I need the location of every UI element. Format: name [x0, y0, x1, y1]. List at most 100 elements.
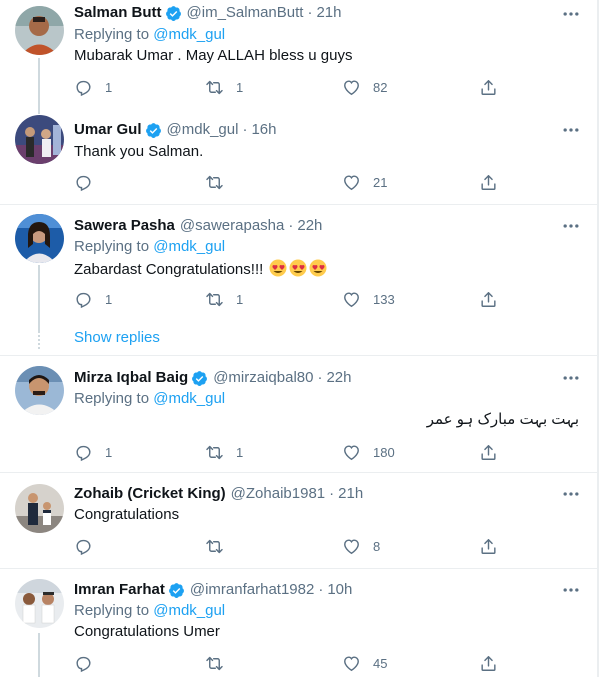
- avatar[interactable]: [15, 366, 64, 415]
- heart-icon: [344, 538, 359, 554]
- more-options-icon[interactable]: [561, 4, 581, 24]
- timestamp[interactable]: 10h: [327, 580, 352, 600]
- tweet-umar-gul[interactable]: Umar Gul @mdk_gul · 16h Thank you Salman…: [0, 104, 597, 204]
- timestamp[interactable]: 22h: [297, 216, 322, 236]
- retweet-count: 1: [236, 291, 244, 307]
- tweet-header: Sawera Pasha @sawerapasha · 22h: [74, 216, 322, 236]
- tweet-header: Umar Gul @mdk_gul · 16h: [74, 120, 276, 140]
- replying-to: Replying to @mdk_gul: [74, 25, 225, 45]
- tweet-zohaib[interactable]: Zohaib (Cricket King) @Zohaib1981 · 21h …: [0, 473, 597, 568]
- avatar[interactable]: [15, 579, 64, 628]
- separator-dot: ·: [288, 217, 294, 234]
- retweet-count: 1: [236, 444, 244, 460]
- heart-icon: [344, 655, 359, 671]
- like-count: 82: [373, 79, 388, 95]
- reply-icon: [76, 292, 91, 308]
- display-name[interactable]: Mirza Iqbal Baig: [74, 368, 188, 388]
- more-options-icon[interactable]: [561, 484, 581, 504]
- handle[interactable]: @mirzaiqbal80: [213, 368, 313, 388]
- avatar[interactable]: [15, 6, 64, 55]
- display-name[interactable]: Zohaib (Cricket King): [74, 484, 226, 504]
- share-button[interactable]: [479, 442, 498, 462]
- like-button[interactable]: 82: [342, 77, 387, 97]
- thread-line: [38, 58, 40, 104]
- tweet-mirza-iqbal-baig[interactable]: Mirza Iqbal Baig @mirzaiqbal80 · 22h Rep…: [0, 356, 597, 472]
- tweet-text: Congratulations Umer: [74, 623, 220, 640]
- reply-icon: [76, 656, 91, 672]
- retweet-icon: [206, 175, 223, 189]
- avatar[interactable]: [15, 214, 64, 263]
- mention-link[interactable]: @mdk_gul: [153, 238, 225, 255]
- share-button[interactable]: [479, 172, 498, 192]
- avatar[interactable]: [15, 484, 64, 533]
- display-name[interactable]: Sawera Pasha: [74, 216, 175, 236]
- retweet-icon: [206, 445, 223, 459]
- retweet-button[interactable]: [205, 172, 236, 192]
- handle[interactable]: @im_SalmanButt: [187, 3, 304, 23]
- tweet-sawera-pasha[interactable]: Sawera Pasha @sawerapasha · 22h Replying…: [0, 205, 597, 355]
- more-options-icon[interactable]: [561, 580, 581, 600]
- more-options-icon[interactable]: [561, 368, 581, 388]
- reply-button[interactable]: 1: [74, 442, 112, 462]
- retweet-icon: [206, 80, 223, 94]
- like-button[interactable]: 45: [342, 653, 387, 673]
- timestamp[interactable]: 21h: [338, 484, 363, 504]
- handle[interactable]: @mdk_gul: [167, 120, 239, 140]
- handle[interactable]: @imranfarhat1982: [190, 580, 314, 600]
- like-count: 180: [373, 444, 395, 460]
- reply-button[interactable]: 1: [74, 289, 112, 309]
- display-name[interactable]: Umar Gul: [74, 120, 142, 140]
- handle[interactable]: @sawerapasha: [180, 216, 284, 236]
- share-button[interactable]: [479, 536, 498, 556]
- reply-button[interactable]: [74, 653, 105, 673]
- retweet-count: 1: [236, 79, 244, 95]
- reply-button[interactable]: [74, 172, 105, 192]
- retweet-button[interactable]: 1: [205, 289, 243, 309]
- replying-to: Replying to @mdk_gul: [74, 601, 225, 621]
- share-button[interactable]: [479, 289, 498, 309]
- like-button[interactable]: 8: [342, 536, 380, 556]
- more-options-icon[interactable]: [561, 216, 581, 236]
- retweet-button[interactable]: 1: [205, 77, 243, 97]
- avatar[interactable]: [15, 115, 64, 164]
- tweet-salman-butt[interactable]: Salman Butt @im_SalmanButt · 21h Replyin…: [0, 0, 597, 104]
- reply-button[interactable]: [74, 536, 105, 556]
- tweet-actions: 1 1 180: [74, 442, 504, 462]
- retweet-button[interactable]: [205, 536, 236, 556]
- tweet-text: Thank you Salman.: [74, 143, 204, 160]
- replying-to-label: Replying to: [74, 26, 154, 43]
- thread-ellipsis: [38, 327, 40, 349]
- tweet-actions: 21: [74, 172, 504, 192]
- like-count: 133: [373, 291, 395, 307]
- retweet-button[interactable]: [205, 653, 236, 673]
- timestamp[interactable]: 22h: [326, 368, 351, 388]
- display-name[interactable]: Imran Farhat: [74, 580, 165, 600]
- replying-to: Replying to @mdk_gul: [74, 389, 225, 409]
- share-button[interactable]: [479, 77, 498, 97]
- heart-icon: [344, 444, 359, 460]
- show-replies-link[interactable]: Show replies: [74, 328, 160, 348]
- verified-badge-icon: [192, 370, 208, 386]
- retweet-button[interactable]: 1: [205, 442, 243, 462]
- tweet-text: بہت بہت مبارک ہو عمر: [426, 411, 579, 428]
- like-button[interactable]: 21: [342, 172, 387, 192]
- tweet-imran-farhat[interactable]: Imran Farhat @imranfarhat1982 · 10h Repl…: [0, 569, 597, 677]
- thread-line: [38, 104, 40, 114]
- tweet-header: Mirza Iqbal Baig @mirzaiqbal80 · 22h: [74, 368, 352, 388]
- more-options-icon[interactable]: [561, 120, 581, 140]
- separator-dot: ·: [307, 4, 313, 21]
- mention-link[interactable]: @mdk_gul: [153, 26, 225, 43]
- mention-link[interactable]: @mdk_gul: [153, 602, 225, 619]
- mention-link[interactable]: @mdk_gul: [153, 390, 225, 407]
- reply-icon: [76, 445, 91, 461]
- handle[interactable]: @Zohaib1981: [231, 484, 325, 504]
- tweet-actions: 8: [74, 536, 504, 556]
- timestamp[interactable]: 16h: [251, 120, 276, 140]
- reply-button[interactable]: 1: [74, 77, 112, 97]
- like-button[interactable]: 180: [342, 442, 395, 462]
- like-button[interactable]: 133: [342, 289, 395, 309]
- display-name[interactable]: Salman Butt: [74, 3, 162, 23]
- replying-to: Replying to @mdk_gul: [74, 237, 225, 257]
- timestamp[interactable]: 21h: [316, 3, 341, 23]
- share-button[interactable]: [479, 653, 498, 673]
